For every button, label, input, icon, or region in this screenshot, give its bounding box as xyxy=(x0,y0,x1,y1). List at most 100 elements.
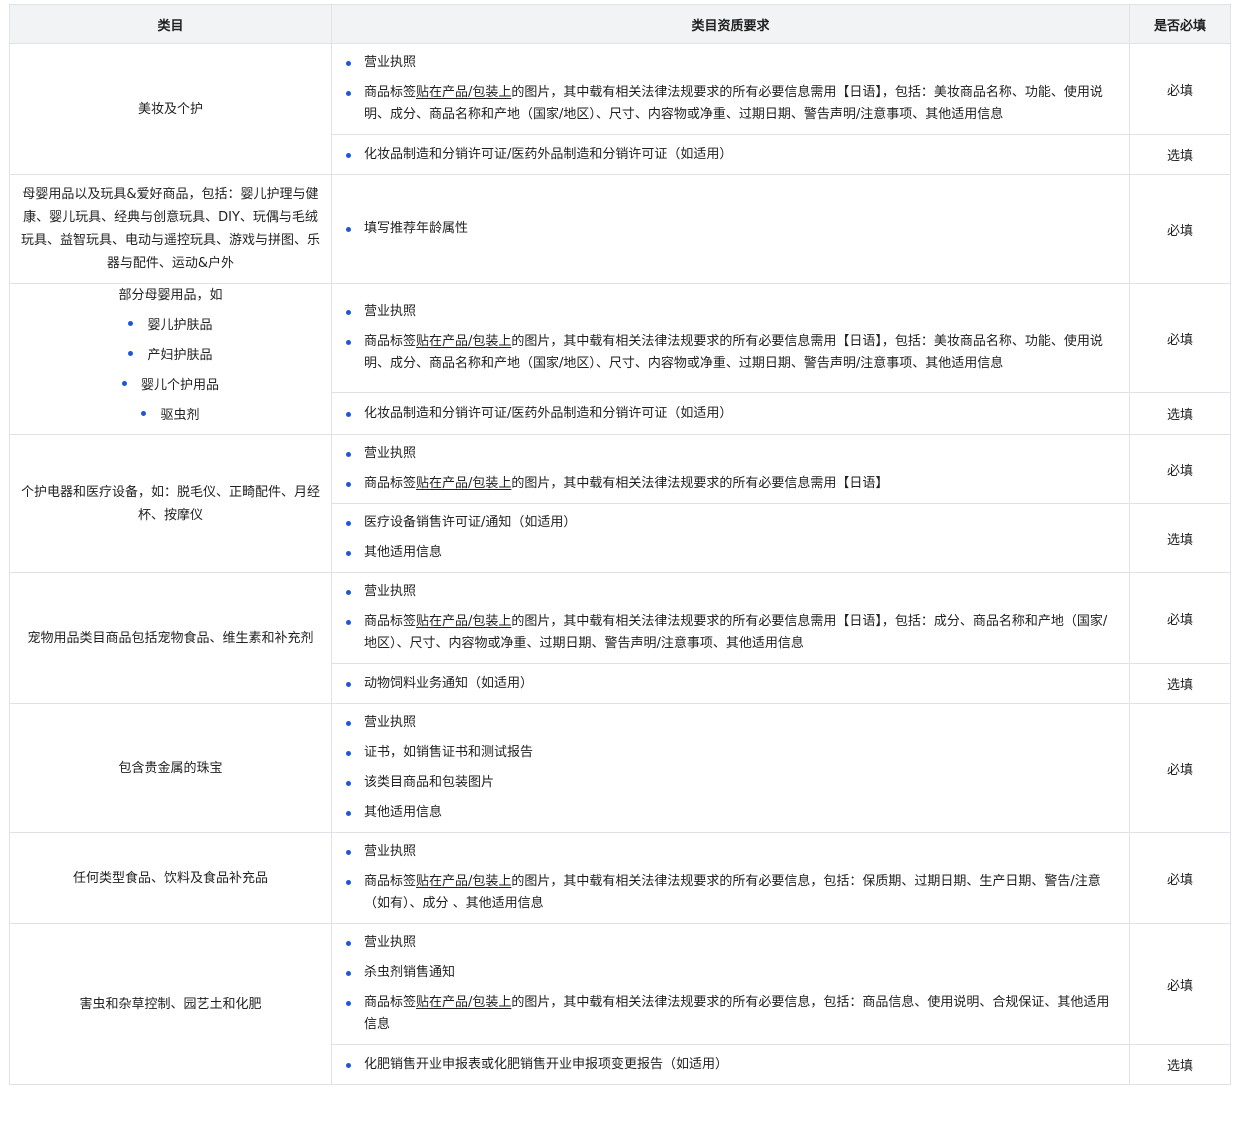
list-item: 填写推荐年龄属性 xyxy=(344,218,1119,240)
list-item: 动物饲料业务通知（如适用） xyxy=(344,673,1119,695)
category-cell: 母婴用品以及玩具&爱好商品，包括：婴儿护理与健康、婴儿玩具、经典与创意玩具、DI… xyxy=(9,174,332,284)
list-item: 证书，如销售证书和测试报告 xyxy=(344,742,1119,764)
list-item: 其他适用信息 xyxy=(344,802,1119,824)
mandatory-cell: 选填 xyxy=(1129,1044,1231,1085)
requirements-cell: 动物饲料业务通知（如适用） xyxy=(331,663,1130,704)
category-title: 部分母婴用品，如 xyxy=(118,288,223,303)
category-cell: 个护电器和医疗设备，如：脱毛仪、正畸配件、月经杯、按摩仪 xyxy=(9,434,332,573)
table-header-row: 类目 类目资质要求 是否必填 xyxy=(9,4,1231,44)
bullet-icon xyxy=(141,411,147,416)
table-row: 母婴用品以及玩具&爱好商品，包括：婴儿护理与健康、婴儿玩具、经典与创意玩具、DI… xyxy=(9,174,1231,284)
table-row: 部分母婴用品，如 婴儿护肤品 产妇护肤品 婴儿个护用品 驱虫剂 营业执照 商品标… xyxy=(9,283,1231,435)
mandatory-cell: 必填 xyxy=(1129,43,1231,135)
table-row: 宠物用品类目商品包括宠物食品、维生素和补充剂 营业执照 商品标签贴在产品/包装上… xyxy=(9,572,1231,704)
label-link: 贴在产品/包装上 xyxy=(416,476,512,491)
list-item: 产妇护肤品 xyxy=(20,344,321,367)
list-item: 营业执照 xyxy=(344,301,1119,323)
list-item: 营业执照 xyxy=(344,52,1119,74)
label-link: 贴在产品/包装上 xyxy=(416,874,512,889)
mandatory-cell: 选填 xyxy=(1129,503,1231,573)
requirements-cell: 营业执照 证书，如销售证书和测试报告 该类目商品和包装图片 其他适用信息 xyxy=(331,703,1130,833)
mandatory-cell: 必填 xyxy=(1129,434,1231,504)
list-item: 营业执照 xyxy=(344,932,1119,954)
list-item: 商品标签贴在产品/包装上的图片，其中载有相关法律法规要求的所有必要信息需用【日语… xyxy=(344,82,1119,126)
mandatory-cell: 选填 xyxy=(1129,134,1231,175)
category-cell: 任何类型食品、饮料及食品补充品 xyxy=(9,832,332,924)
list-item: 杀虫剂销售通知 xyxy=(344,962,1119,984)
list-item: 该类目商品和包装图片 xyxy=(344,772,1119,794)
list-item: 商品标签贴在产品/包装上的图片，其中载有相关法律法规要求的所有必要信息需用【日语… xyxy=(344,331,1119,375)
bullet-icon xyxy=(121,381,127,386)
list-item: 营业执照 xyxy=(344,712,1119,734)
list-item: 营业执照 xyxy=(344,581,1119,603)
label-link: 贴在产品/包装上 xyxy=(416,334,512,349)
requirements-cell: 化妆品制造和分销许可证/医药外品制造和分销许可证（如适用） xyxy=(331,134,1130,175)
requirements-cell: 营业执照 商品标签贴在产品/包装上的图片，其中载有相关法律法规要求的所有必要信息… xyxy=(331,434,1130,504)
label-link: 贴在产品/包装上 xyxy=(416,85,512,100)
category-cell: 害虫和杂草控制、园艺土和化肥 xyxy=(9,923,332,1085)
qualification-table-wrapper: 类目 类目资质要求 是否必填 美妆及个护 营业执照 商品标签贴在产品/包装上的图… xyxy=(9,4,1231,1085)
mandatory-cell: 选填 xyxy=(1129,392,1231,435)
requirements-cell: 营业执照 商品标签贴在产品/包装上的图片，其中载有相关法律法规要求的所有必要信息… xyxy=(331,572,1130,664)
mandatory-cell: 必填 xyxy=(1129,283,1231,393)
list-item: 营业执照 xyxy=(344,841,1119,863)
label-text: 的图片，其中载有相关法律法规要求的所有必要信息 xyxy=(511,476,811,491)
list-item: 商品标签贴在产品/包装上的图片，其中载有相关法律法规要求的所有必要信息需用【日语… xyxy=(344,473,1119,495)
label-text: 商品标签 xyxy=(364,995,417,1010)
requirements-cell: 医疗设备销售许可证/通知（如适用） 其他适用信息 xyxy=(331,503,1130,573)
label-text: 商品标签 xyxy=(364,874,417,889)
requirements-cell: 化妆品制造和分销许可证/医药外品制造和分销许可证（如适用） xyxy=(331,392,1130,435)
list-item: 商品标签贴在产品/包装上的图片，其中载有相关法律法规要求的所有必要信息，包括：保… xyxy=(344,871,1119,915)
category-sub-list: 婴儿护肤品 产妇护肤品 婴儿个护用品 驱虫剂 xyxy=(20,314,321,427)
requirements-cell: 营业执照 商品标签贴在产品/包装上的图片，其中载有相关法律法规要求的所有必要信息… xyxy=(331,43,1130,135)
mandatory-cell: 必填 xyxy=(1129,174,1231,284)
mandatory-cell: 选填 xyxy=(1129,663,1231,704)
mandatory-cell: 必填 xyxy=(1129,572,1231,664)
label-text: 商品标签 xyxy=(364,476,417,491)
mandatory-cell: 必填 xyxy=(1129,923,1231,1045)
qualification-table: 类目 类目资质要求 是否必填 美妆及个护 营业执照 商品标签贴在产品/包装上的图… xyxy=(9,4,1231,1085)
requirements-cell: 营业执照 商品标签贴在产品/包装上的图片，其中载有相关法律法规要求的所有必要信息… xyxy=(331,832,1130,924)
requirements-cell: 填写推荐年龄属性 xyxy=(331,174,1130,284)
label-text: 的图片，其中载有相关法律法规要求的所有必要信息 xyxy=(511,334,811,349)
list-item: 驱虫剂 xyxy=(20,404,321,427)
label-text: 的图片，其中载有相关法律法规要求的所有必要信息 xyxy=(511,85,811,100)
header-category: 类目 xyxy=(9,4,332,44)
category-cell: 包含贵金属的珠宝 xyxy=(9,703,332,833)
header-mandatory: 是否必填 xyxy=(1129,4,1231,44)
bullet-icon xyxy=(128,321,134,326)
label-text: 商品标签 xyxy=(364,614,417,629)
requirements-cell: 营业执照 杀虫剂销售通知 商品标签贴在产品/包装上的图片，其中载有相关法律法规要… xyxy=(331,923,1130,1045)
requirements-cell: 营业执照 商品标签贴在产品/包装上的图片，其中载有相关法律法规要求的所有必要信息… xyxy=(331,283,1130,393)
list-item: 其他适用信息 xyxy=(344,542,1119,564)
label-text: 的图片，其中载有相关法律法规要求的所有必要信息 xyxy=(511,614,811,629)
category-cell: 部分母婴用品，如 婴儿护肤品 产妇护肤品 婴儿个护用品 驱虫剂 xyxy=(9,283,332,435)
category-cell: 宠物用品类目商品包括宠物食品、维生素和补充剂 xyxy=(9,572,332,704)
label-text: 需用【日语】 xyxy=(810,476,889,491)
list-item: 营业执照 xyxy=(344,443,1119,465)
list-item: 商品标签贴在产品/包装上的图片，其中载有相关法律法规要求的所有必要信息需用【日语… xyxy=(344,611,1119,655)
list-item: 化妆品制造和分销许可证/医药外品制造和分销许可证（如适用） xyxy=(344,144,1119,166)
list-item: 婴儿个护用品 xyxy=(20,374,321,397)
label-link: 贴在产品/包装上 xyxy=(416,995,512,1010)
table-row: 害虫和杂草控制、园艺土和化肥 营业执照 杀虫剂销售通知 商品标签贴在产品/包装上… xyxy=(9,923,1231,1085)
requirements-cell: 化肥销售开业申报表或化肥销售开业申报项变更报告（如适用） xyxy=(331,1044,1130,1085)
table-row: 任何类型食品、饮料及食品补充品 营业执照 商品标签贴在产品/包装上的图片，其中载… xyxy=(9,832,1231,924)
list-item: 婴儿护肤品 xyxy=(20,314,321,337)
bullet-icon xyxy=(128,351,134,356)
label-text: 的图片，其中载有相关法律法规要求的所有必要信息 xyxy=(511,995,811,1010)
mandatory-cell: 必填 xyxy=(1129,832,1231,924)
category-cell: 美妆及个护 xyxy=(9,43,332,175)
label-text: 商品标签 xyxy=(364,85,417,100)
header-requirements: 类目资质要求 xyxy=(331,4,1130,44)
table-row: 个护电器和医疗设备，如：脱毛仪、正畸配件、月经杯、按摩仪 营业执照 商品标签贴在… xyxy=(9,434,1231,573)
table-row: 美妆及个护 营业执照 商品标签贴在产品/包装上的图片，其中载有相关法律法规要求的… xyxy=(9,43,1231,175)
label-text: 商品标签 xyxy=(364,334,417,349)
list-item: 医疗设备销售许可证/通知（如适用） xyxy=(344,512,1119,534)
list-item: 化妆品制造和分销许可证/医药外品制造和分销许可证（如适用） xyxy=(344,403,1119,425)
list-item: 商品标签贴在产品/包装上的图片，其中载有相关法律法规要求的所有必要信息，包括：商… xyxy=(344,992,1119,1036)
mandatory-cell: 必填 xyxy=(1129,703,1231,833)
label-text: 的图片，其中载有相关法律法规要求的所有必要信息 xyxy=(511,874,811,889)
list-item: 化肥销售开业申报表或化肥销售开业申报项变更报告（如适用） xyxy=(344,1054,1119,1076)
table-row: 包含贵金属的珠宝 营业执照 证书，如销售证书和测试报告 该类目商品和包装图片 其… xyxy=(9,703,1231,833)
